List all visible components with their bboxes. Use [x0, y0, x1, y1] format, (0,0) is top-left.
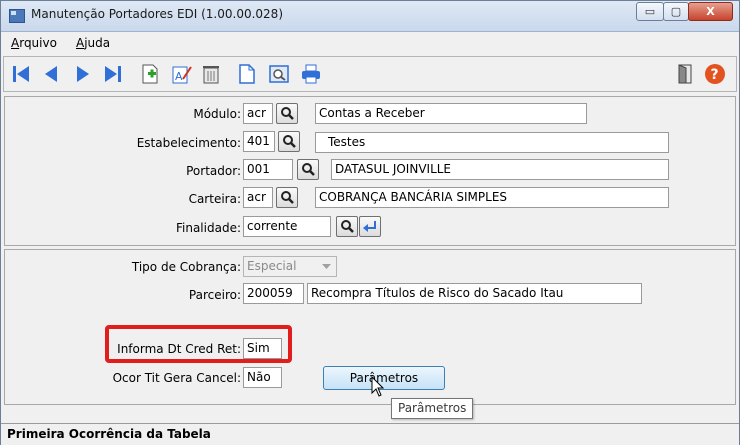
tipo-cobranca-value: Especial — [247, 259, 297, 273]
parceiro-code-field[interactable]: 200059 — [243, 283, 304, 304]
magnifier-icon — [281, 107, 294, 120]
chevron-down-icon — [322, 264, 331, 269]
minimize-button[interactable]: ▭ — [636, 2, 664, 21]
parceiro-label: Parceiro: — [188, 288, 241, 302]
enter-icon — [363, 221, 376, 232]
last-record-icon[interactable] — [102, 63, 124, 85]
mouse-cursor-icon — [371, 376, 385, 397]
modulo-label: Módulo: — [193, 107, 241, 121]
magnifier-icon — [283, 135, 296, 148]
portador-label: Portador: — [186, 164, 241, 178]
ocor-tit-gera-cancel-label: Ocor Tit Gera Cancel: — [112, 371, 241, 385]
tipo-cobranca-label: Tipo de Cobrança: — [131, 260, 241, 274]
informa-dt-cred-ret-label: Informa Dt Cred Ret: — [117, 342, 241, 356]
close-button[interactable]: X — [688, 2, 733, 21]
portador-code-field[interactable]: 001 — [243, 159, 293, 180]
modulo-description-field[interactable]: Contas a Receber — [315, 103, 587, 124]
finalidade-zoom-button[interactable] — [336, 216, 358, 237]
informa-dt-cred-ret-field[interactable]: Sim — [243, 338, 282, 359]
carteira-code-field[interactable]: acr — [243, 187, 273, 208]
app-icon — [9, 9, 25, 23]
parametros-tooltip: Parâmetros — [391, 398, 474, 419]
estabelecimento-description-field[interactable]: Testes — [315, 132, 669, 153]
menu-arquivo[interactable]: Arquivo — [11, 36, 57, 50]
help-icon[interactable]: ? — [704, 63, 726, 85]
parceiro-description-field[interactable]: Recompra Títulos de Risco do Sacado Itau — [307, 283, 642, 304]
modulo-code-field[interactable]: acr — [243, 103, 273, 124]
menu-ajuda[interactable]: Ajuda — [76, 36, 110, 50]
ocor-tit-gera-cancel-field[interactable]: Não — [243, 367, 282, 388]
next-record-icon[interactable] — [72, 63, 94, 85]
print-icon[interactable] — [300, 63, 322, 85]
menu-arquivo-mnemonic: A — [11, 36, 20, 50]
details-panel: Tipo de Cobrança: Especial Parceiro: 200… — [4, 249, 736, 419]
new-document-icon[interactable] — [236, 63, 258, 85]
finalidade-field[interactable]: corrente — [243, 216, 331, 237]
add-icon[interactable] — [139, 63, 161, 85]
carteira-description-field[interactable]: COBRANÇA BANCÁRIA SIMPLES — [315, 187, 669, 208]
svg-text:A: A — [175, 70, 183, 83]
zoom-icon[interactable] — [268, 63, 290, 85]
exit-icon[interactable] — [674, 63, 696, 85]
menu-bar: Arquivo Ajuda — [1, 32, 739, 54]
key-fields-panel: Módulo: acr Contas a Receber Estabelecim… — [4, 96, 736, 246]
first-record-icon[interactable] — [10, 63, 32, 85]
portador-zoom-button[interactable] — [297, 159, 319, 180]
magnifier-icon — [302, 163, 315, 176]
status-bar: Primeira Ocorrência da Tabela — [1, 423, 739, 445]
carteira-label: Carteira: — [188, 192, 241, 206]
menu-ajuda-mnemonic: A — [76, 36, 85, 50]
finalidade-return-button[interactable] — [359, 216, 381, 237]
window-title: Manutenção Portadores EDI (1.00.00.028) — [31, 7, 283, 21]
magnifier-icon — [281, 191, 294, 204]
carteira-zoom-button[interactable] — [276, 187, 298, 208]
menu-arquivo-label: rquivo — [19, 36, 57, 50]
estabelecimento-label: Estabelecimento: — [136, 136, 241, 150]
previous-record-icon[interactable] — [40, 63, 62, 85]
svg-text:?: ? — [711, 67, 719, 83]
modulo-zoom-button[interactable] — [276, 103, 298, 124]
portador-description-field[interactable]: DATASUL JOINVILLE — [331, 159, 669, 180]
estabelecimento-zoom-button[interactable] — [278, 131, 300, 152]
magnifier-icon — [341, 220, 354, 233]
status-text: Primeira Ocorrência da Tabela — [7, 427, 211, 441]
estabelecimento-code-field[interactable]: 401 — [243, 131, 275, 152]
finalidade-label: Finalidade: — [175, 221, 241, 235]
edit-icon[interactable]: A — [171, 63, 193, 85]
toolbar: A ? — [3, 56, 737, 92]
maximize-button[interactable]: ▢ — [663, 2, 689, 21]
title-bar: Manutenção Portadores EDI (1.00.00.028) … — [1, 1, 739, 32]
menu-ajuda-label: juda — [84, 36, 111, 50]
tipo-cobranca-select: Especial — [243, 256, 337, 277]
application-window: Manutenção Portadores EDI (1.00.00.028) … — [0, 0, 740, 445]
delete-icon[interactable] — [200, 63, 222, 85]
